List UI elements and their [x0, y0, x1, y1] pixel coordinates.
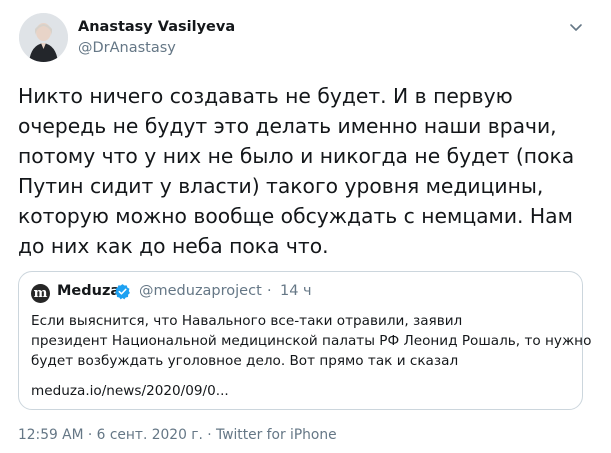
quoted-author-handle: @meduzaproject	[139, 283, 262, 299]
meta-separator: ·	[83, 427, 97, 443]
meta-separator: ·	[202, 427, 217, 443]
author-name[interactable]: Anastasy Vasilyeva	[78, 19, 235, 35]
tweet-text-line: до них как до неба пока что.	[18, 234, 329, 258]
quoted-text-line: Если выяснится, что Навального все-таки …	[31, 313, 463, 329]
quoted-text-line: будет возбуждать уголовное дело. Вот пря…	[31, 353, 459, 369]
quoted-timestamp: 14 ч	[280, 283, 312, 299]
chevron-down-icon[interactable]	[567, 18, 585, 36]
tweet-meta: 12:59 AM · 6 сент. 2020 г. · Twitter for…	[18, 427, 337, 443]
tweet-text-line: Никто ничего создавать не будет. И в пер…	[18, 84, 513, 108]
tweet-card: Anastasy Vasilyeva @DrAnastasy Никто нич…	[0, 0, 611, 453]
tweet-text-line: которую можно вообще обсуждать с немцами…	[18, 204, 573, 228]
tweet-date[interactable]: 6 сент. 2020 г.	[97, 427, 203, 443]
avatar-image	[19, 13, 68, 62]
quoted-author-name: Meduza	[57, 283, 121, 299]
separator-dot: ·	[267, 283, 272, 299]
verified-badge-icon	[114, 283, 131, 300]
quoted-link[interactable]: meduza.io/news/2020/09/0...	[31, 383, 229, 399]
avatar[interactable]	[19, 13, 68, 62]
quoted-tweet[interactable]: m Meduza @meduzaproject · 14 ч Если выяс…	[18, 271, 592, 410]
author-handle[interactable]: @DrAnastasy	[78, 40, 176, 56]
tweet-source[interactable]: Twitter for iPhone	[216, 427, 337, 443]
quoted-text-line: президент Национальной медицинской палат…	[31, 333, 592, 349]
meduza-logo: m	[31, 284, 50, 303]
tweet-text: Никто ничего создавать не будет. И в пер…	[18, 81, 598, 261]
tweet-text-line: потому что у них не было и никогда не бу…	[18, 144, 575, 168]
tweet-text-line: очередь не будут это делать именно наши …	[18, 114, 557, 138]
quoted-tweet-text: Если выяснится, что Навального все-таки …	[31, 311, 592, 371]
tweet-time[interactable]: 12:59 AM	[18, 427, 84, 443]
tweet-text-line: Путин сидит у власти) такого уровня меди…	[18, 174, 544, 198]
